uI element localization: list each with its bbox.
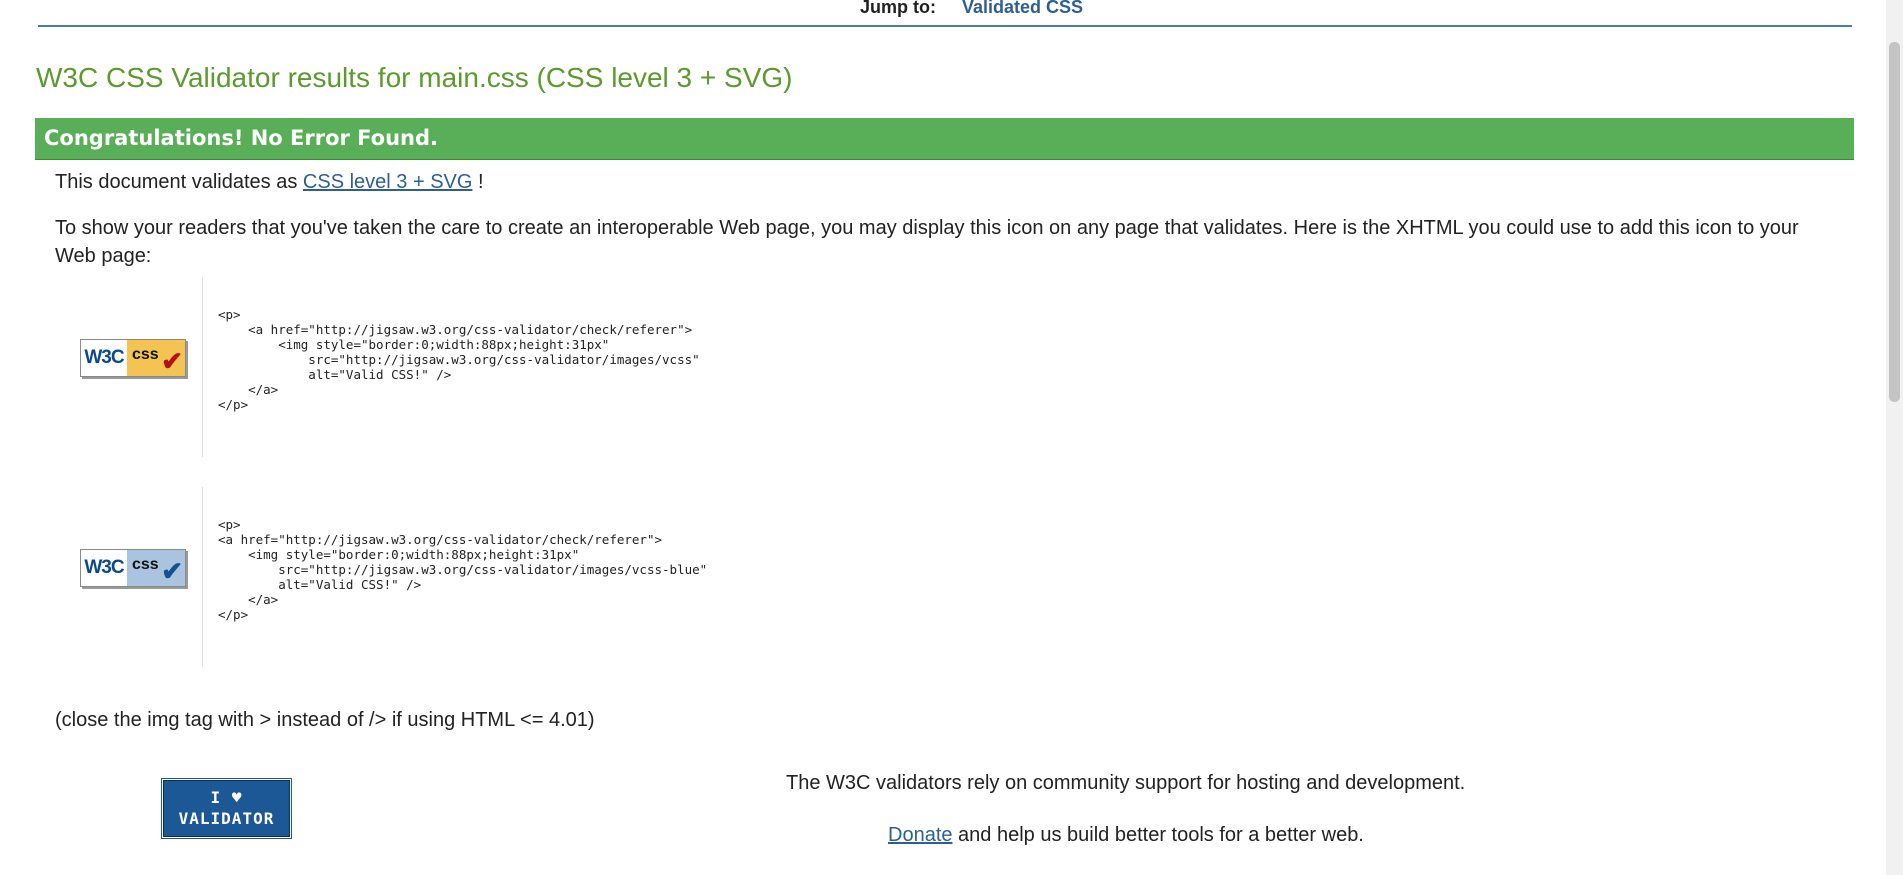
validator-text: VALIDATOR — [178, 809, 275, 828]
page-title: W3C CSS Validator results for main.css (… — [36, 62, 793, 93]
validates-suffix: ! — [472, 171, 484, 193]
checkmark-icon: ✔ — [161, 556, 183, 586]
success-banner: Congratulations! No Error Found. — [35, 118, 1854, 160]
readers-paragraph: To show your readers that you've taken t… — [55, 217, 1799, 267]
valid-css-gold-badge[interactable]: W3C css ✔ — [80, 339, 186, 377]
css-profile-link[interactable]: CSS level 3 + SVG — [303, 171, 473, 193]
vertical-scrollbar[interactable] — [1886, 0, 1903, 875]
i-love-validator-badge[interactable]: I ♥ VALIDATOR — [161, 778, 292, 839]
validator-results-page: Jump to: Validated CSS W3C CSS Validator… — [0, 0, 1903, 875]
w3c-logo-text: W3C — [81, 340, 127, 376]
jump-to-label: Jump to: — [860, 0, 936, 17]
blue-badge-row: W3C css ✔ <p> <a href="http://jigsaw.w3.… — [55, 487, 955, 667]
validated-css-link[interactable]: Validated CSS — [962, 0, 1083, 18]
gold-badge-code: <p> <a href="http://jigsaw.w3.org/css-va… — [218, 307, 700, 412]
validates-statement: This document validates as CSS level 3 +… — [55, 168, 484, 196]
blue-badge-code: <p> <a href="http://jigsaw.w3.org/css-va… — [218, 517, 708, 622]
community-support-text: The W3C validators rely on community sup… — [786, 772, 1466, 794]
success-banner-text: Congratulations! No Error Found. — [44, 126, 439, 150]
jump-nav: Jump to: Validated CSS — [38, 0, 1852, 27]
gold-badge-row: W3C css ✔ <p> <a href="http://jigsaw.w3.… — [55, 277, 955, 457]
valid-css-blue-badge[interactable]: W3C css ✔ — [80, 549, 186, 587]
donate-suffix: and help us build better tools for a bet… — [952, 824, 1364, 846]
close-tag-note: (close the img tag with > instead of /> … — [55, 709, 595, 731]
donate-line: Donate and help us build better tools fo… — [888, 824, 1364, 847]
i-love-heart-text: I ♥ — [210, 788, 243, 807]
donate-link[interactable]: Donate — [888, 824, 953, 846]
validates-prefix: This document validates as — [55, 171, 298, 193]
gold-badge-cell: W3C css ✔ — [55, 277, 203, 457]
blue-badge-cell: W3C css ✔ — [55, 487, 203, 667]
scrollbar-thumb[interactable] — [1889, 42, 1900, 402]
checkmark-icon: ✔ — [161, 346, 183, 376]
w3c-logo-text: W3C — [81, 550, 127, 586]
